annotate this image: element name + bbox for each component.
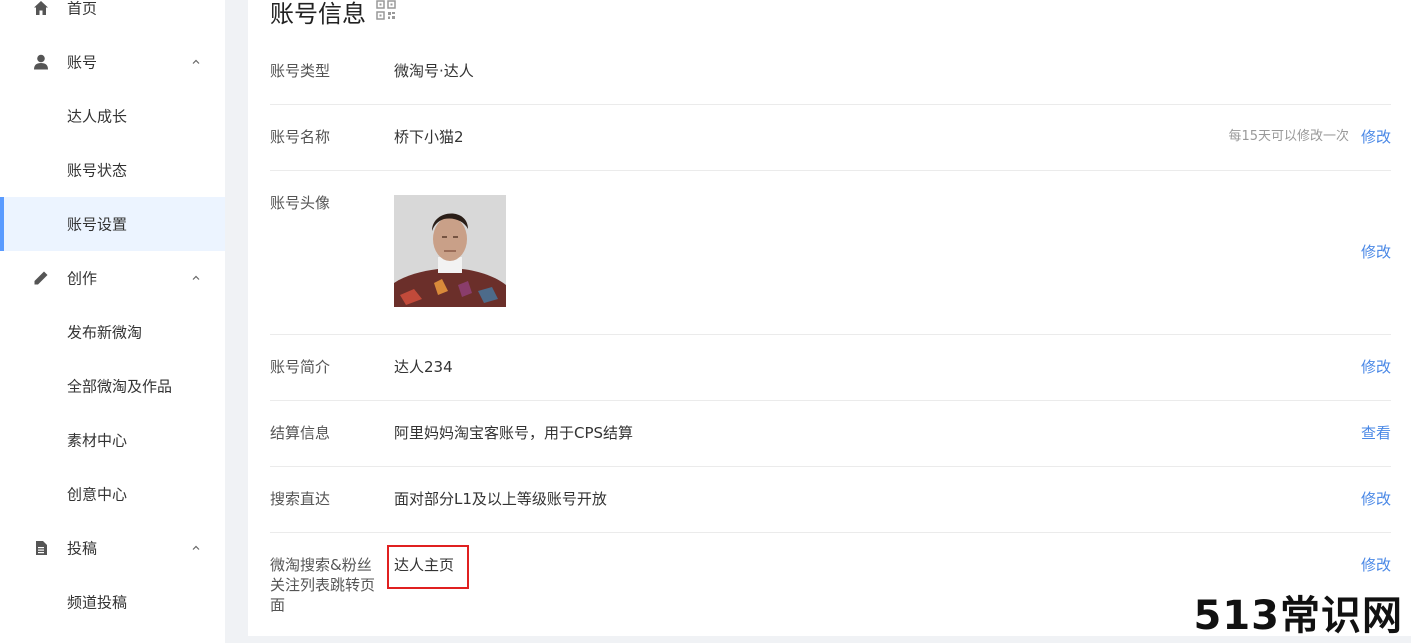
row-account-name: 账号名称 桥下小猫2 每15天可以修改一次 修改 — [270, 105, 1391, 171]
view-settlement-link[interactable]: 查看 — [1361, 423, 1391, 443]
chevron-up-icon — [192, 59, 200, 64]
row-label: 结算信息 — [270, 424, 331, 442]
sidebar-item-all-works[interactable]: 全部微淘及作品 — [0, 359, 225, 413]
row-value: 桥下小猫2 — [394, 128, 464, 146]
pencil-icon — [34, 271, 48, 285]
page-title: 账号信息 — [270, 0, 366, 28]
edit-search-link[interactable]: 修改 — [1361, 489, 1391, 509]
sidebar-item-status[interactable]: 账号状态 — [0, 143, 225, 197]
sidebar-item-label: 账号设置 — [67, 215, 128, 234]
nav-home[interactable]: 首页 — [0, 0, 225, 35]
qr-code-icon[interactable] — [376, 0, 396, 20]
sidebar-item-label: 素材中心 — [67, 431, 128, 450]
sidebar-item-label: 发布新微淘 — [67, 323, 143, 342]
avatar — [394, 195, 506, 307]
row-settlement: 结算信息 阿里妈妈淘宝客账号，用于CPS结算 查看 — [270, 401, 1391, 467]
row-account-type: 账号类型 微淘号·达人 — [270, 38, 1391, 105]
sidebar-item-creative[interactable]: 创意中心 — [0, 467, 225, 521]
edit-intro-link[interactable]: 修改 — [1361, 357, 1391, 377]
nav-account-label: 账号 — [67, 53, 98, 72]
chevron-up-icon — [192, 545, 200, 550]
sidebar-item-growth[interactable]: 达人成长 — [0, 89, 225, 143]
sidebar-item-label: 全部微淘及作品 — [67, 377, 173, 396]
nav-account[interactable]: 账号 — [0, 35, 225, 89]
sidebar-item-label: 频道投稿 — [67, 593, 128, 612]
row-label: 账号头像 — [270, 194, 331, 212]
edit-name-link[interactable]: 修改 — [1361, 127, 1391, 147]
row-label: 账号简介 — [270, 358, 331, 376]
account-info-panel: 账号信息 账号类型 微淘号·达人 账号名称 桥下小猫2 每15天可以修改一次 修… — [248, 0, 1411, 636]
row-account-avatar: 账号头像 修改 — [270, 171, 1391, 335]
nav-submit[interactable]: 投稿 — [0, 521, 225, 575]
row-value: 面对部分L1及以上等级账号开放 — [394, 490, 607, 508]
edit-avatar-link[interactable]: 修改 — [1361, 242, 1391, 262]
row-label-line: 微淘搜索&粉丝 — [270, 556, 372, 574]
row-label: 微淘搜索&粉丝 关注列表跳转页 面 — [270, 555, 375, 615]
sidebar-item-label: 达人成长 — [67, 107, 128, 126]
document-icon — [36, 541, 47, 555]
home-icon — [34, 1, 48, 15]
edit-redirect-link[interactable]: 修改 — [1361, 555, 1391, 575]
nav-submit-label: 投稿 — [67, 539, 98, 558]
row-value: 微淘号·达人 — [394, 62, 474, 80]
row-search-direct: 搜索直达 面对部分L1及以上等级账号开放 修改 — [270, 467, 1391, 533]
sidebar-item-settings[interactable]: 账号设置 — [0, 197, 225, 251]
user-icon — [34, 54, 48, 70]
row-label-line: 面 — [270, 596, 286, 614]
chevron-up-icon — [192, 275, 200, 280]
nav-create-label: 创作 — [67, 269, 98, 288]
row-value: 阿里妈妈淘宝客账号，用于CPS结算 — [394, 424, 634, 442]
row-label-line: 关注列表跳转页 — [270, 576, 376, 594]
sidebar-item-label: 创意中心 — [67, 485, 128, 504]
row-value: 达人234 — [394, 358, 453, 376]
sidebar-item-label: 账号状态 — [67, 161, 128, 180]
watermark: 513常识网 — [1193, 593, 1403, 639]
sidebar-item-channel[interactable]: 频道投稿 — [0, 575, 225, 629]
nav-create[interactable]: 创作 — [0, 251, 225, 305]
sidebar-item-materials[interactable]: 素材中心 — [0, 413, 225, 467]
row-account-intro: 账号简介 达人234 修改 — [270, 335, 1391, 401]
sidebar-item-publish[interactable]: 发布新微淘 — [0, 305, 225, 359]
row-label: 搜索直达 — [270, 490, 331, 508]
row-label: 账号名称 — [270, 128, 331, 146]
row-label: 账号类型 — [270, 62, 331, 80]
rename-hint: 每15天可以修改一次 — [1228, 129, 1349, 144]
nav-home-label: 首页 — [67, 0, 98, 18]
highlight-box — [387, 545, 469, 589]
sidebar: 首页 账号 达人成长 账号状态 账号设置 创作 发布新微淘 全部微淘及作品 素材… — [0, 0, 225, 643]
